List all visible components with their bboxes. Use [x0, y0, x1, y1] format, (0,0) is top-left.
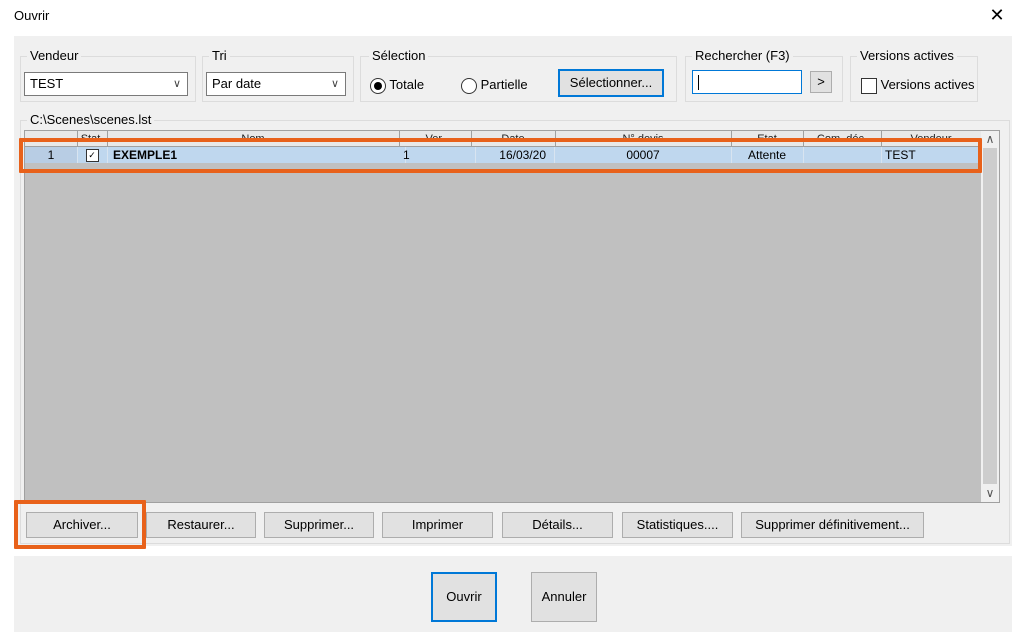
radio-totale-indicator: [370, 77, 386, 94]
radio-totale[interactable]: Totale: [370, 77, 425, 94]
radio-totale-label: Totale: [389, 77, 425, 92]
footer-panel: [14, 556, 1012, 632]
radio-partielle-label: Partielle: [480, 77, 528, 92]
details-button[interactable]: Détails...: [502, 512, 613, 538]
ouvrir-button[interactable]: Ouvrir: [431, 572, 497, 622]
scroll-down-icon[interactable]: ∨: [981, 485, 999, 502]
scrollbar-thumb[interactable]: [983, 148, 997, 484]
vendeur-label: Vendeur: [27, 48, 82, 64]
statistiques-button[interactable]: Statistiques....: [622, 512, 733, 538]
close-icon[interactable]: ✕: [987, 5, 1007, 25]
chevron-down-icon: ∨: [172, 78, 182, 90]
radio-partielle[interactable]: Partielle: [461, 77, 528, 94]
supprimer-button[interactable]: Supprimer...: [264, 512, 374, 538]
tri-select[interactable]: Par date ∨: [206, 72, 346, 96]
text-caret: [698, 75, 699, 90]
imprimer-button[interactable]: Imprimer: [382, 512, 493, 538]
radio-partielle-indicator: [461, 77, 477, 94]
versions-checkbox[interactable]: Versions actives: [861, 77, 975, 94]
window-title: Ouvrir: [14, 8, 50, 23]
vendeur-select[interactable]: TEST ∨: [24, 72, 188, 96]
scroll-up-icon[interactable]: ∧: [981, 131, 999, 148]
archiver-highlight-annotation: [14, 500, 146, 549]
tri-value: Par date: [212, 76, 262, 91]
chevron-down-icon: ∨: [330, 78, 340, 90]
tri-label: Tri: [209, 48, 230, 64]
scenes-table[interactable]: Stat. Nom Ver. Date N° devis Etat Com. d…: [24, 130, 1000, 503]
row-highlight-annotation: [19, 138, 982, 173]
file-path: C:\Scenes\scenes.lst: [27, 112, 155, 128]
vendeur-value: TEST: [30, 76, 64, 91]
restaurer-button[interactable]: Restaurer...: [146, 512, 256, 538]
rechercher-label: Rechercher (F3): [692, 48, 793, 64]
versions-checkbox-box: [861, 77, 877, 94]
supprimer-definitivement-button[interactable]: Supprimer définitivement...: [741, 512, 924, 538]
vertical-scrollbar[interactable]: ∧ ∨: [981, 131, 999, 502]
search-go-button[interactable]: >: [810, 71, 832, 93]
annuler-button[interactable]: Annuler: [531, 572, 597, 622]
versions-label: Versions actives: [857, 48, 957, 64]
selectionner-button[interactable]: Sélectionner...: [558, 69, 664, 97]
search-input[interactable]: [692, 70, 802, 94]
selection-label: Sélection: [369, 48, 429, 64]
versions-checkbox-label: Versions actives: [880, 77, 975, 92]
